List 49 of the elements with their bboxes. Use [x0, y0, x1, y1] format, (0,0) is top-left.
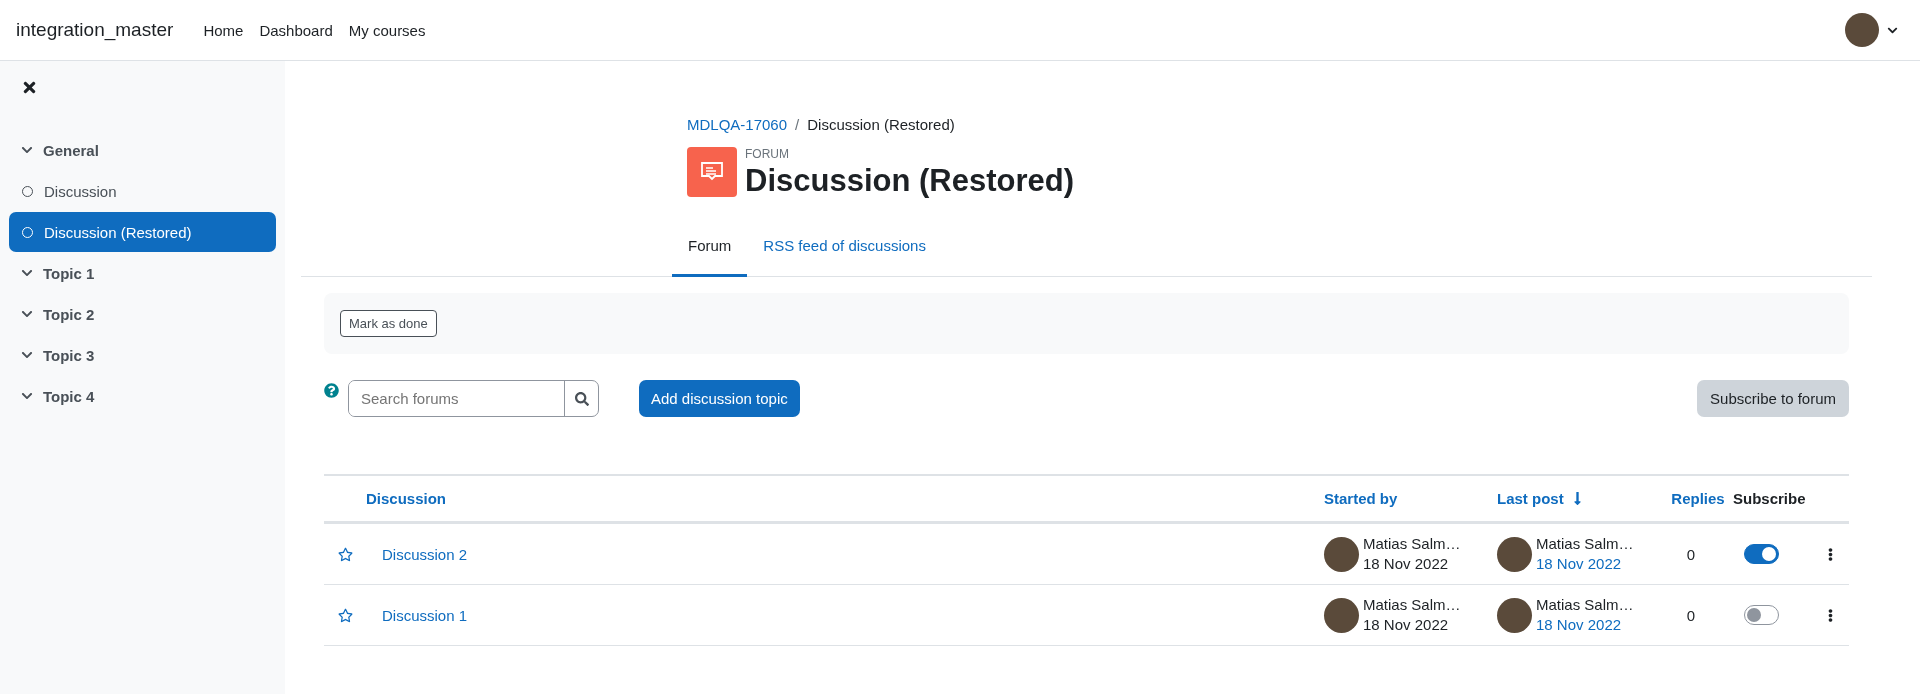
column-header[interactable]: Subscribe [1733, 490, 1811, 507]
discussion-link[interactable]: Discussion 2 [366, 545, 1324, 563]
activity-item[interactable]: Discussion (Restored) [9, 212, 276, 252]
site-name: integration_master [16, 19, 174, 41]
subscribe-toggle[interactable] [1743, 605, 1779, 625]
search-field[interactable]: Search forums [348, 380, 599, 417]
section-item[interactable]: Topic 3 [9, 335, 276, 375]
user-avatar [1497, 597, 1532, 633]
subscribe-toggle[interactable] [1743, 544, 1779, 564]
author-name: Matias Salm… [1536, 534, 1634, 554]
nav-link[interactable]: Home [203, 21, 244, 39]
speech-bubble-icon [687, 147, 737, 197]
section-item[interactable]: General [9, 130, 276, 170]
discussion-link[interactable]: Discussion 1 [366, 606, 1324, 624]
breadcrumb-current: Discussion (Restored) [807, 116, 955, 133]
mark-as-done-button[interactable]: Mark as done [340, 310, 437, 337]
section-item[interactable]: Topic 2 [9, 294, 276, 334]
date-link[interactable]: 18 Nov 2022 [1536, 615, 1634, 635]
author-name: Matias Salm… [1363, 595, 1461, 615]
activity-item[interactable]: Discussion [9, 171, 276, 211]
breadcrumb-link[interactable]: MDLQA-17060 [687, 116, 788, 133]
tab[interactable]: Forum [672, 219, 748, 277]
user-avatar[interactable] [1845, 13, 1879, 47]
replies-count: 0 [1685, 545, 1697, 563]
breadcrumb-separator: / [795, 116, 800, 133]
user-avatar [1324, 536, 1359, 572]
subscribe-button[interactable]: Subscribe to forum [1697, 380, 1849, 417]
date-text: 18 Nov 2022 [1363, 615, 1450, 635]
section-item[interactable]: Topic 4 [9, 376, 276, 416]
column-header[interactable]: Discussion [366, 490, 1324, 507]
add-discussion-button[interactable]: Add discussion topic [639, 380, 800, 417]
date-link[interactable]: 18 Nov 2022 [1536, 554, 1634, 574]
close-icon[interactable] [21, 79, 38, 96]
nav-link[interactable]: My courses [348, 21, 426, 39]
user-avatar [1497, 536, 1532, 572]
activity-type-label: FORUM [745, 147, 790, 161]
author-name: Matias Salm… [1363, 534, 1461, 554]
page-title: Discussion (Restored) [745, 163, 1074, 199]
replies-count: 0 [1685, 606, 1697, 624]
section-item[interactable]: Topic 1 [9, 253, 276, 293]
help-icon[interactable] [324, 383, 339, 398]
tab[interactable]: RSS feed of discussions [747, 219, 942, 277]
column-header[interactable]: Last post [1497, 490, 1663, 507]
nav-link[interactable]: Dashboard [259, 21, 333, 39]
column-header[interactable]: Started by [1324, 490, 1497, 507]
date-text: 18 Nov 2022 [1363, 554, 1450, 574]
column-header[interactable]: Replies [1663, 490, 1733, 507]
user-avatar [1324, 597, 1359, 633]
author-name: Matias Salm… [1536, 595, 1634, 615]
